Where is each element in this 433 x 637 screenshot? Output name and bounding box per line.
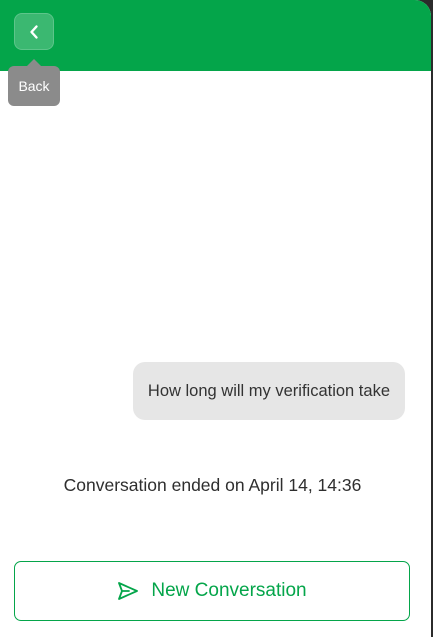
new-conversation-label: New Conversation: [151, 580, 307, 601]
user-message-bubble: How long will my verification take: [132, 362, 405, 420]
tooltip-arrow: [27, 59, 41, 66]
tooltip-label: Back: [8, 66, 60, 106]
chat-widget: Back How long will my verification take …: [0, 0, 431, 637]
chat-header: [0, 0, 431, 71]
back-button[interactable]: [14, 13, 54, 50]
conversation-status: Conversation ended on April 14, 14:36: [63, 475, 362, 495]
message-list: How long will my verification take Conve…: [0, 71, 431, 551]
chevron-left-icon: [28, 24, 40, 40]
new-conversation-button[interactable]: New Conversation: [14, 561, 410, 621]
send-icon: [117, 581, 139, 601]
back-tooltip: Back: [8, 59, 60, 106]
